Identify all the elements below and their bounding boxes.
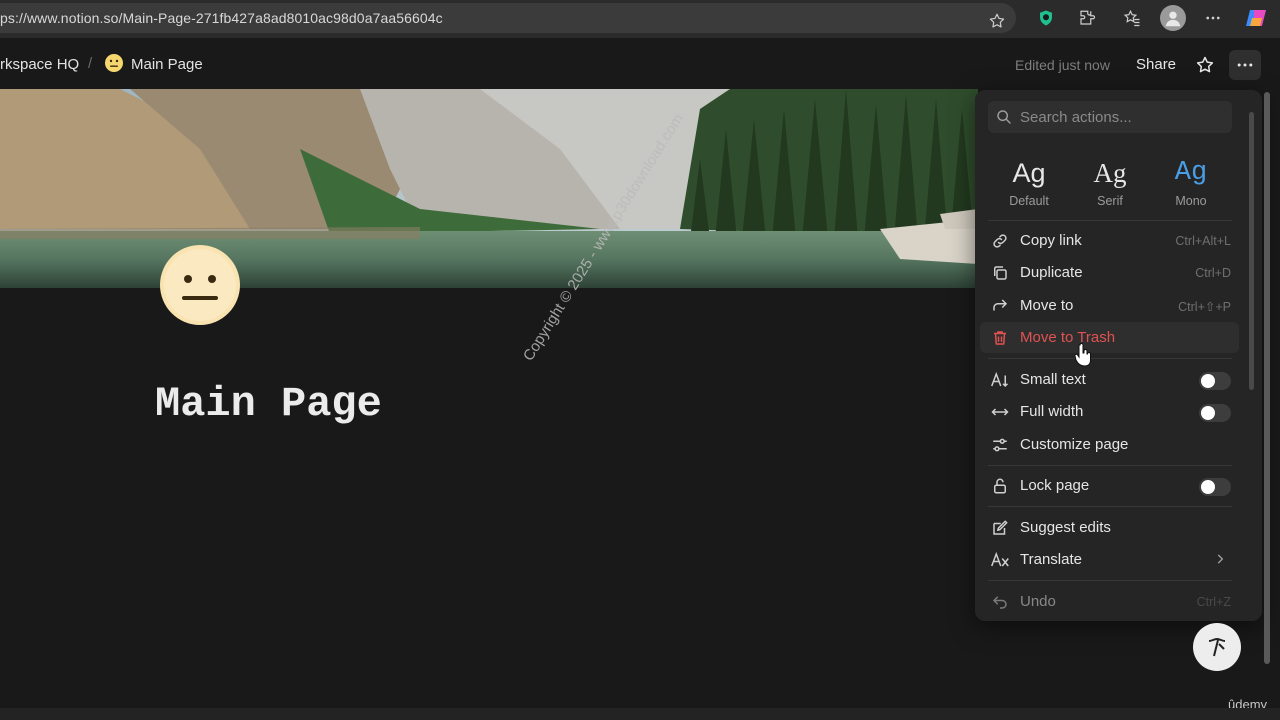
bottom-strip xyxy=(0,708,1280,720)
breadcrumb-workspace[interactable]: rkspace HQ xyxy=(0,56,79,73)
chevron-right-icon xyxy=(1213,552,1227,566)
font-option-default[interactable]: Ag Default xyxy=(999,156,1059,208)
suggest-edits-icon xyxy=(990,518,1010,538)
menu-item-label: Lock page xyxy=(1020,477,1090,494)
notion-topbar: rkspace HQ / Main Page Edited just now S… xyxy=(0,38,1280,90)
favorites-icon[interactable] xyxy=(1122,8,1142,28)
hand-cursor-icon xyxy=(1074,343,1092,367)
duplicate-icon xyxy=(990,263,1010,283)
menu-item-copy-link[interactable]: Copy link Ctrl+Alt+L xyxy=(980,225,1239,256)
menu-item-duplicate[interactable]: Duplicate Ctrl+D xyxy=(980,257,1239,288)
menu-item-label: Move to Trash xyxy=(1020,329,1116,346)
small-text-toggle[interactable] xyxy=(1199,372,1231,390)
font-glyph: Ag xyxy=(1174,158,1208,188)
page-title[interactable]: Main Page xyxy=(155,380,382,428)
shield-extension-icon[interactable] xyxy=(1036,8,1056,28)
star-icon[interactable] xyxy=(987,11,1007,31)
url-text[interactable]: ps://www.notion.so/Main-Page-271fb427a8a… xyxy=(0,10,443,26)
menu-item-suggest-edits[interactable]: Suggest edits xyxy=(980,512,1239,543)
undo-icon xyxy=(990,592,1010,612)
menu-item-label: Translate xyxy=(1020,551,1082,568)
shortcut-text: Ctrl+⇧+P xyxy=(1178,300,1231,314)
page-actions-menu: Search actions... Ag Default Ag Serif Ag… xyxy=(975,90,1262,621)
browser-toolbar: ps://www.notion.so/Main-Page-271fb427a8a… xyxy=(0,0,1280,38)
menu-item-lock-page[interactable]: Lock page xyxy=(980,470,1239,501)
profile-avatar-icon[interactable] xyxy=(1160,5,1186,31)
shortcut-text: Ctrl+Alt+L xyxy=(1175,234,1231,248)
menu-item-customize-page[interactable]: Customize page xyxy=(980,429,1239,460)
full-width-toggle[interactable] xyxy=(1199,404,1231,422)
font-label: Serif xyxy=(1097,194,1123,208)
help-button[interactable] xyxy=(1193,623,1241,671)
search-placeholder: Search actions... xyxy=(1020,109,1132,126)
menu-item-label: Undo xyxy=(1020,593,1056,610)
menu-item-label: Customize page xyxy=(1020,436,1129,453)
menu-item-undo[interactable]: Undo Ctrl+Z xyxy=(980,586,1239,617)
font-glyph: Ag xyxy=(1093,158,1127,188)
menu-item-small-text[interactable]: Small text xyxy=(980,364,1239,395)
menu-item-label: Move to xyxy=(1020,297,1074,314)
move-arrow-icon xyxy=(990,296,1010,316)
breadcrumb-emoji-icon xyxy=(104,53,124,73)
small-text-icon xyxy=(990,370,1010,390)
favorite-star-icon[interactable] xyxy=(1195,55,1215,75)
menu-item-label: Small text xyxy=(1020,371,1086,388)
search-icon xyxy=(996,109,1012,125)
puzzle-extensions-icon[interactable] xyxy=(1077,8,1097,28)
menu-item-label: Suggest edits xyxy=(1020,519,1111,536)
copilot-icon[interactable] xyxy=(1243,5,1269,31)
address-bar[interactable]: ps://www.notion.so/Main-Page-271fb427a8a… xyxy=(0,3,1016,33)
divider xyxy=(988,358,1232,359)
shortcut-text: Ctrl+Z xyxy=(1196,595,1231,609)
notion-ai-icon xyxy=(1208,637,1226,657)
font-glyph: Ag xyxy=(1012,158,1046,188)
font-label: Mono xyxy=(1175,194,1207,208)
trash-icon xyxy=(990,328,1010,348)
ellipsis-icon xyxy=(1237,63,1253,67)
link-icon xyxy=(990,231,1010,251)
divider xyxy=(988,220,1232,221)
divider xyxy=(988,506,1232,507)
share-button[interactable]: Share xyxy=(1136,56,1176,73)
translate-icon xyxy=(990,550,1010,570)
divider xyxy=(988,465,1232,466)
breadcrumb-page[interactable]: Main Page xyxy=(131,56,203,73)
customize-icon xyxy=(990,435,1010,455)
menu-scrollbar[interactable] xyxy=(1249,112,1254,390)
page-more-button[interactable] xyxy=(1229,50,1261,80)
search-actions-input[interactable]: Search actions... xyxy=(988,101,1232,133)
menu-item-full-width[interactable]: Full width xyxy=(980,396,1239,427)
font-label: Default xyxy=(1009,194,1049,208)
menu-item-move-to-trash[interactable]: Move to Trash xyxy=(980,322,1239,353)
more-icon[interactable] xyxy=(1203,8,1223,28)
menu-item-move-to[interactable]: Move to Ctrl+⇧+P xyxy=(980,290,1239,321)
edited-status: Edited just now xyxy=(1015,57,1110,73)
divider xyxy=(988,580,1232,581)
menu-item-label: Duplicate xyxy=(1020,264,1083,281)
cover-image[interactable] xyxy=(0,89,978,288)
menu-item-label: Full width xyxy=(1020,403,1084,420)
font-option-serif[interactable]: Ag Serif xyxy=(1080,156,1140,208)
page-emoji-icon[interactable] xyxy=(158,243,242,327)
menu-item-label: Copy link xyxy=(1020,232,1082,249)
lock-icon xyxy=(990,476,1010,496)
breadcrumb-separator: / xyxy=(88,55,93,72)
shortcut-text: Ctrl+D xyxy=(1195,266,1231,280)
full-width-icon xyxy=(990,402,1010,422)
page-scrollbar[interactable] xyxy=(1264,92,1270,664)
menu-item-translate[interactable]: Translate xyxy=(980,544,1239,575)
lock-page-toggle[interactable] xyxy=(1199,478,1231,496)
font-option-mono[interactable]: Ag Mono xyxy=(1161,156,1221,208)
